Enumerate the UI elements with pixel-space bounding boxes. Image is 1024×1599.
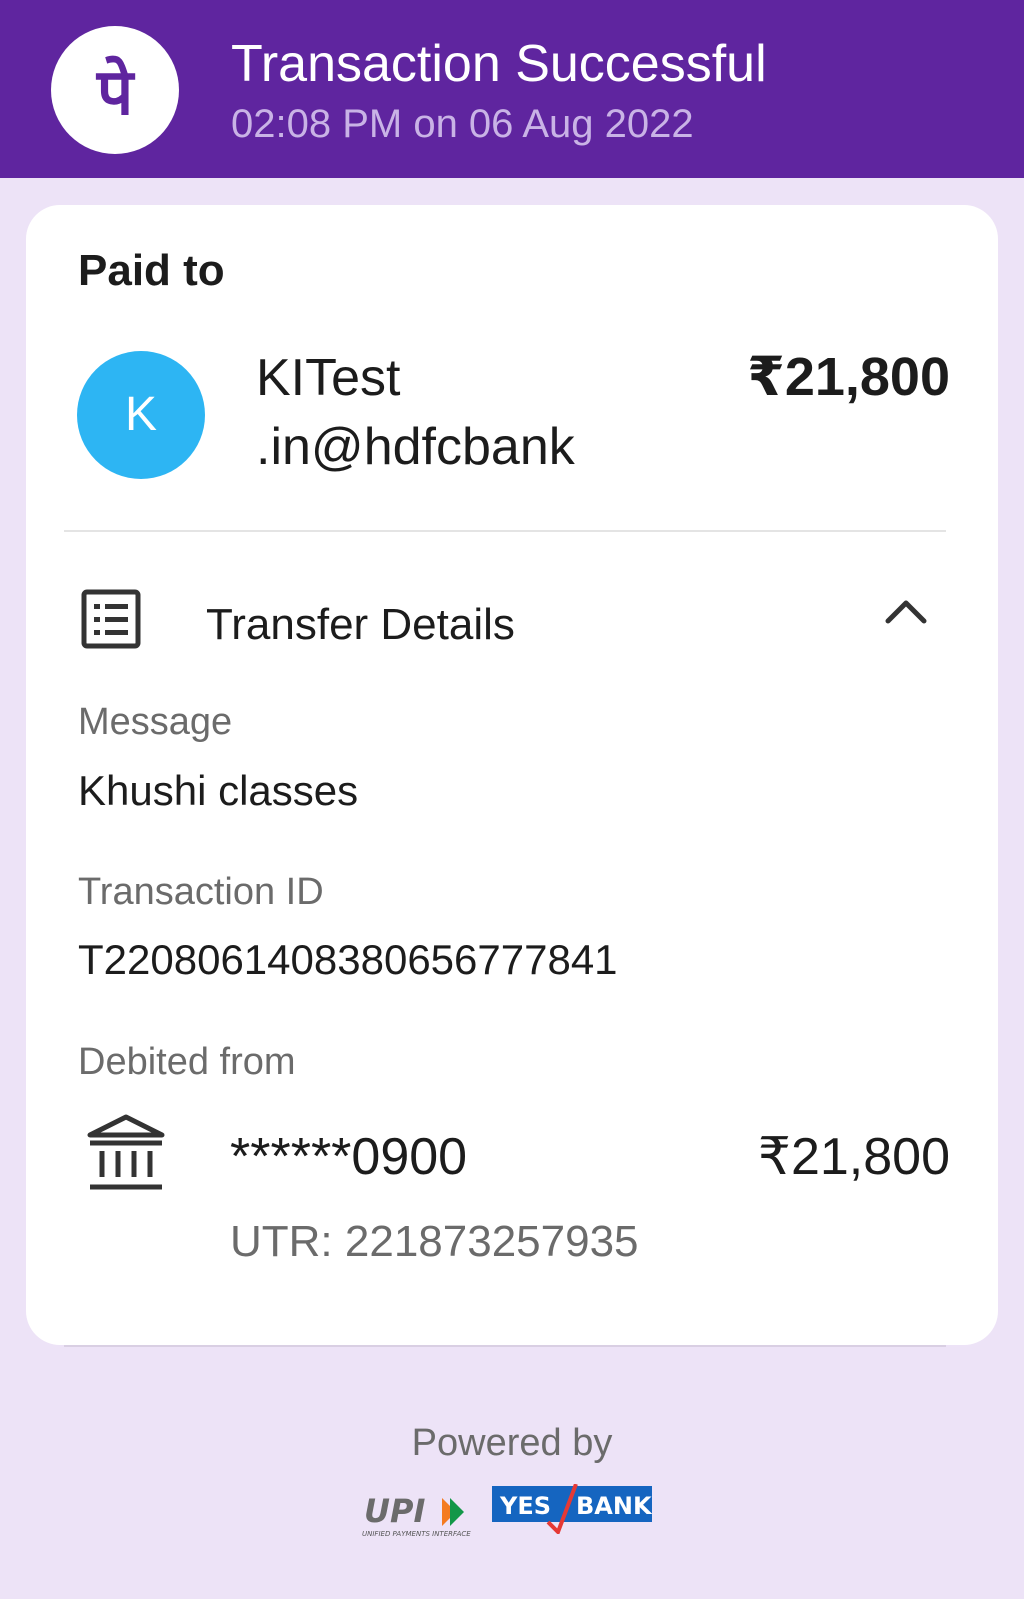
list-icon bbox=[81, 589, 143, 656]
bank-icon bbox=[86, 1113, 166, 1198]
paid-amount: ₹21,800 bbox=[747, 347, 950, 407]
transfer-details-title[interactable]: Transfer Details bbox=[206, 599, 515, 651]
svg-text:BANK: BANK bbox=[576, 1492, 652, 1520]
payee-vpa: .in@hdfcbank bbox=[256, 418, 575, 476]
transaction-card: Paid to K KITest .in@hdfcbank ₹21,800 Tr… bbox=[26, 205, 998, 1345]
debited-from-label: Debited from bbox=[78, 1041, 296, 1083]
utr-number: UTR: 221873257935 bbox=[230, 1217, 639, 1266]
transaction-status-title: Transaction Successful bbox=[231, 35, 767, 93]
transaction-timestamp: 02:08 PM on 06 Aug 2022 bbox=[231, 102, 694, 146]
yes-bank-logo-icon: YES BANK bbox=[492, 1483, 653, 1539]
header-bar: पे Transaction Successful 02:08 PM on 06… bbox=[0, 0, 1024, 178]
svg-text:पे: पे bbox=[96, 55, 136, 130]
phonepe-logo-icon: पे bbox=[51, 26, 179, 154]
message-label: Message bbox=[78, 701, 233, 743]
svg-text:UPI: UPI bbox=[364, 1492, 425, 1530]
upi-logo-icon: UPI UNIFIED PAYMENTS INTERFACE bbox=[362, 1492, 482, 1543]
chevron-up-icon[interactable] bbox=[884, 595, 928, 630]
svg-text:UNIFIED PAYMENTS INTERFACE: UNIFIED PAYMENTS INTERFACE bbox=[362, 1530, 471, 1538]
payee-name: KITest bbox=[256, 349, 401, 407]
debited-account: ******0900 bbox=[230, 1128, 468, 1186]
divider bbox=[64, 1345, 946, 1347]
debited-amount: ₹21,800 bbox=[757, 1128, 950, 1186]
powered-by-label: Powered by bbox=[411, 1422, 613, 1464]
svg-text:YES: YES bbox=[499, 1492, 551, 1520]
divider bbox=[64, 530, 946, 532]
message-value: Khushi classes bbox=[78, 767, 359, 814]
paid-to-label: Paid to bbox=[78, 246, 225, 295]
avatar: K bbox=[77, 351, 205, 479]
transaction-id-label: Transaction ID bbox=[78, 871, 324, 913]
transaction-id-value: T2208061408380656777841 bbox=[78, 936, 618, 983]
